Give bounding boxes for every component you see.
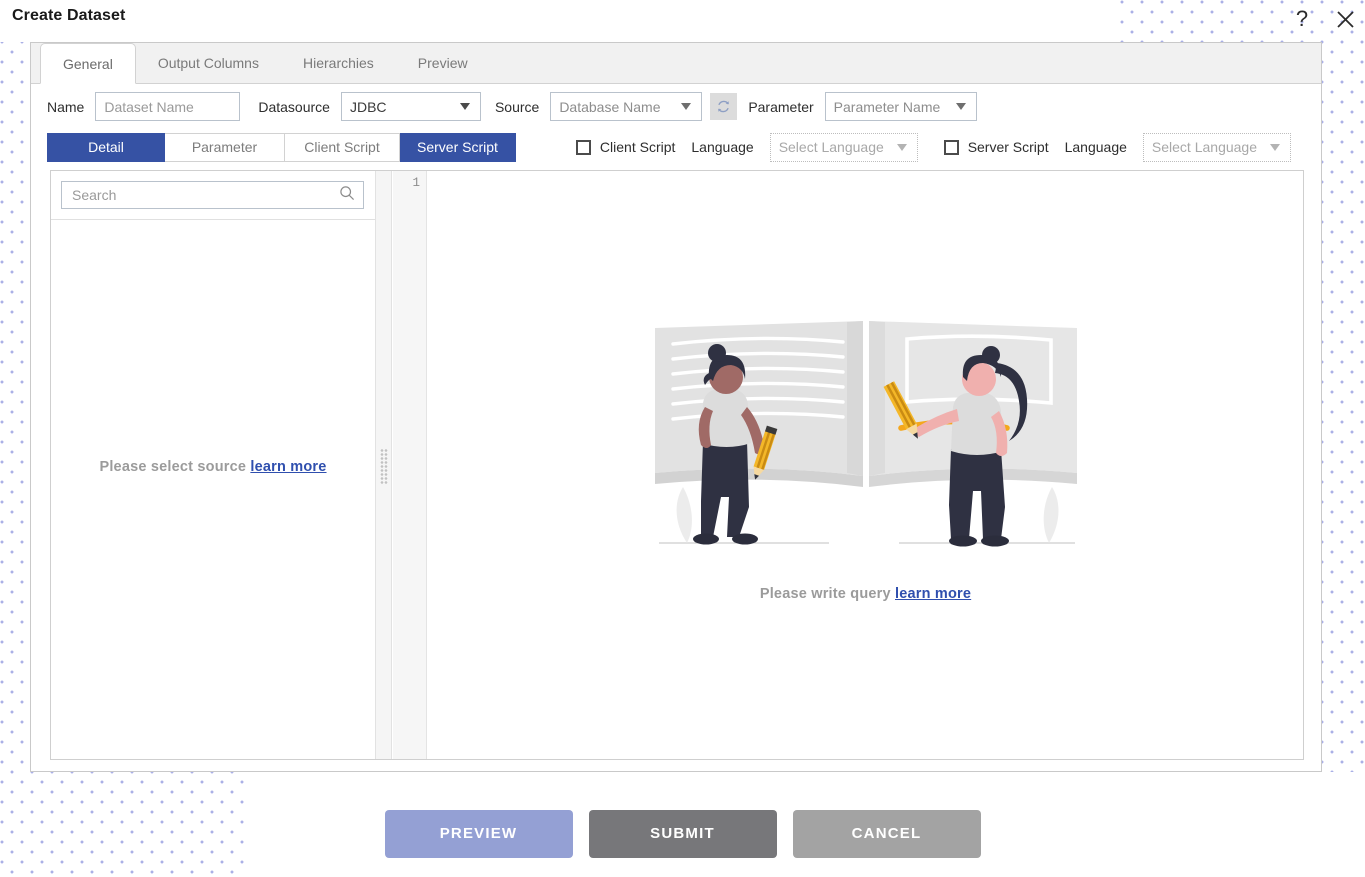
client-script-checkbox[interactable] <box>575 139 591 155</box>
client-language-value: Select Language <box>778 139 884 155</box>
source-dropdown[interactable]: Database Name <box>550 92 703 121</box>
name-label: Name <box>47 98 85 115</box>
search-input[interactable] <box>70 186 339 204</box>
subtab-client-script[interactable]: Client Script <box>285 132 400 162</box>
chevron-down-icon <box>681 103 692 110</box>
editor-gutter: 1 <box>393 171 427 759</box>
query-editor: 1 Please write query learn more <box>393 171 1303 759</box>
app-root: Create Dataset ? General Output Columns … <box>0 0 1365 877</box>
source-label: Source <box>494 98 540 115</box>
server-language-label: Language <box>1064 139 1127 155</box>
main-tabstrip: General Output Columns Hierarchies Previ… <box>31 43 1321 84</box>
tab-hierarchies[interactable]: Hierarchies <box>281 43 396 83</box>
preview-button[interactable]: PREVIEW <box>384 809 573 858</box>
datasource-dropdown[interactable]: JDBC <box>340 92 481 121</box>
query-empty-text: Please write query <box>759 586 891 602</box>
client-language-dropdown[interactable]: Select Language <box>769 132 918 162</box>
source-learn-more-link[interactable]: learn more <box>250 459 326 475</box>
refresh-icon[interactable] <box>710 93 738 120</box>
server-language-value: Select Language <box>1151 139 1257 155</box>
subtab-server-script[interactable]: Server Script <box>400 132 516 162</box>
client-language-label: Language <box>691 139 754 155</box>
client-script-group: Client Script Language Select Language <box>575 132 918 162</box>
editor-text-area[interactable]: Please write query learn more <box>428 171 1303 759</box>
dialog-title: Create Dataset <box>12 7 126 24</box>
subtab-parameter[interactable]: Parameter <box>165 132 285 162</box>
dialog-titlebar: Create Dataset <box>0 0 1120 40</box>
parameter-label: Parameter <box>748 98 814 115</box>
source-tree-pane: Please select source learn more <box>51 171 375 759</box>
script-toolbar: Detail Parameter Client Script Server Sc… <box>31 128 1321 166</box>
dialog-footer: PREVIEW SUBMIT CANCEL <box>0 806 1365 861</box>
chevron-down-icon <box>955 103 966 110</box>
close-icon[interactable] <box>1328 2 1362 36</box>
source-empty-text: Please select source <box>99 459 247 475</box>
datasource-value: JDBC <box>349 98 387 115</box>
tab-preview[interactable]: Preview <box>396 43 490 83</box>
parameter-value: Parameter Name <box>833 98 941 115</box>
subtab-detail[interactable]: Detail <box>47 132 165 162</box>
source-empty-message: Please select source learn more <box>51 459 375 475</box>
chevron-down-icon <box>1269 143 1280 151</box>
chevron-down-icon <box>459 103 470 110</box>
divider <box>51 219 375 220</box>
server-script-label: Server Script <box>967 139 1049 155</box>
server-script-checkbox[interactable] <box>943 139 959 155</box>
two-people-open-book-illustration <box>651 311 1081 566</box>
content-panel: Please select source learn more 1 <box>50 170 1304 760</box>
chevron-down-icon <box>896 143 907 151</box>
server-script-group: Server Script Language Select Language <box>943 132 1291 162</box>
search-icon[interactable] <box>339 185 355 206</box>
parameter-dropdown[interactable]: Parameter Name <box>824 92 977 121</box>
help-icon[interactable]: ? <box>1285 2 1319 36</box>
query-learn-more-link[interactable]: learn more <box>895 586 971 602</box>
submit-button[interactable]: SUBMIT <box>588 809 777 858</box>
source-value: Database Name <box>559 98 661 115</box>
datasource-label: Datasource <box>258 98 330 115</box>
dataset-name-input[interactable] <box>95 92 241 121</box>
dataset-card: General Output Columns Hierarchies Previ… <box>30 42 1322 772</box>
pane-splitter[interactable] <box>375 171 392 759</box>
client-script-label: Client Script <box>599 139 676 155</box>
dataset-form-row: Name Datasource JDBC Source Database Nam… <box>31 85 1321 128</box>
server-language-dropdown[interactable]: Select Language <box>1142 132 1291 162</box>
cancel-button[interactable]: CANCEL <box>792 809 981 858</box>
tab-output-columns[interactable]: Output Columns <box>136 43 281 83</box>
search-box[interactable] <box>61 181 364 209</box>
splitter-grip-icon <box>380 449 387 485</box>
query-empty-message: Please write query learn more <box>428 586 1303 602</box>
tab-general[interactable]: General <box>40 43 136 84</box>
editor-line-number: 1 <box>412 176 420 190</box>
